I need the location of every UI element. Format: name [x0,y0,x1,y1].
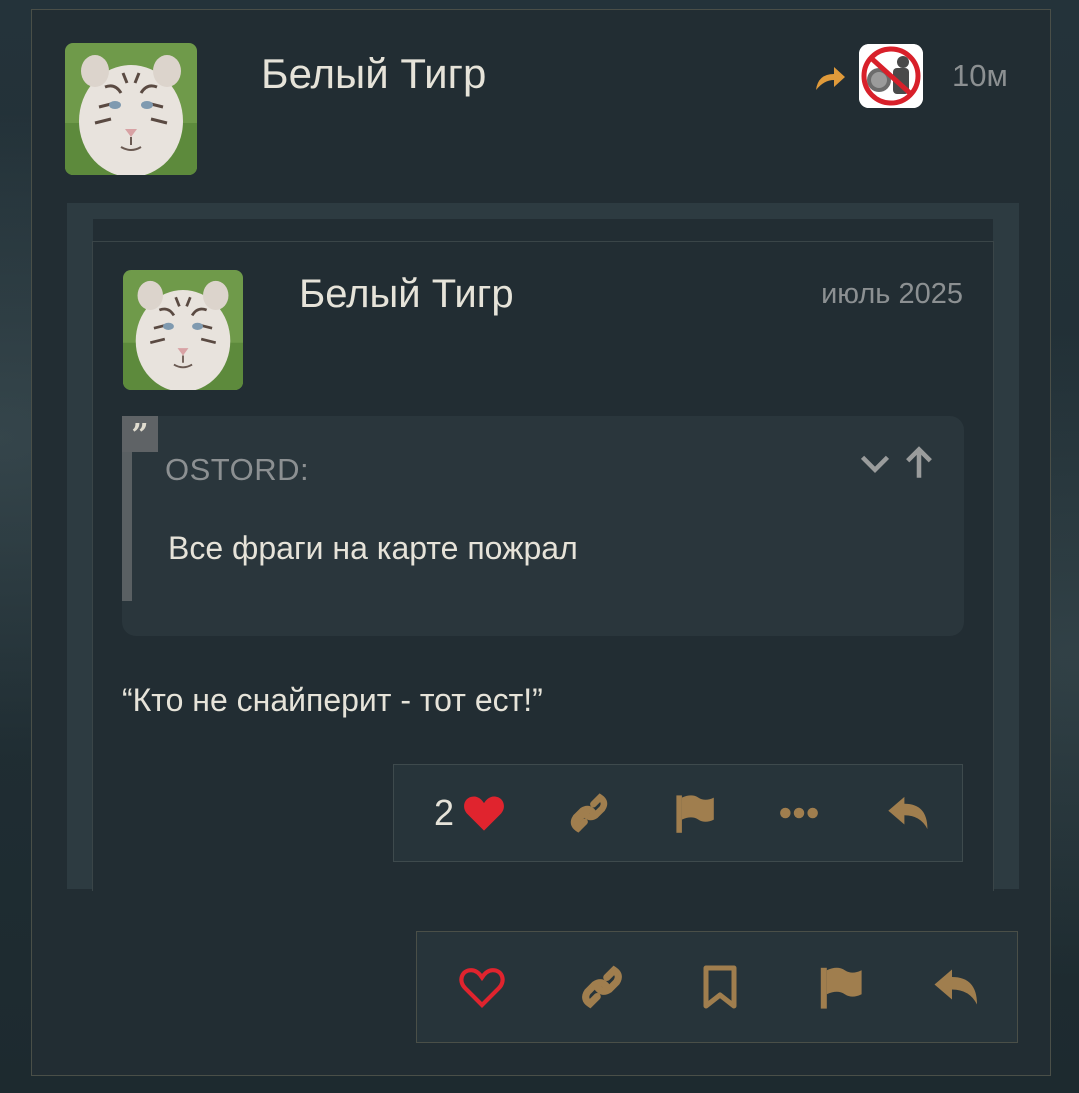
quote-block: ” OSTORD: Все фраги на карте пожрал [122,416,964,636]
expand-quote-icon[interactable] [858,446,892,488]
heart-filled-icon [464,796,504,831]
more-button[interactable] [764,765,834,861]
post-actions [416,931,1018,1043]
link-icon [570,793,608,833]
copy-link-button[interactable] [554,765,624,861]
flag-icon [676,795,714,833]
copy-link-button[interactable] [567,932,637,1042]
like-count: 2 [433,792,455,833]
post-timestamp[interactable]: 10м [952,58,1008,94]
forum-post: Белый Тигр 10м Белый Тигр июль 2025 ” OS… [31,9,1051,1076]
quote-mark-icon: ” [122,416,158,453]
embedded-post-body: “Кто не снайперит - тот ест!” [122,682,543,718]
quote-username: OSTORD: [165,452,310,487]
reply-to-arrow-icon [812,60,848,96]
reply-icon [934,969,977,1005]
quote-left-bar [122,446,132,601]
embedded-post: Белый Тигр июль 2025 ” OSTORD: Все фраги… [92,241,994,891]
tiger-avatar-image [65,43,197,175]
reply-to-user-avatar[interactable] [859,44,923,108]
flag-icon [820,967,862,1009]
flag-button[interactable] [659,765,729,861]
quote-text: Все фраги на карте пожрал [168,530,578,566]
embedded-post-date[interactable]: июль 2025 [821,278,963,311]
flag-button[interactable] [805,932,875,1042]
more-icon [780,807,818,819]
embedded-author-name[interactable]: Белый Тигр [299,272,514,317]
bookmark-button[interactable] [685,932,755,1042]
reply-button[interactable] [874,765,944,861]
go-to-quoted-post-icon[interactable] [902,446,936,488]
like-button[interactable]: 2 [420,765,520,861]
reply-button[interactable] [922,932,992,1042]
author-avatar[interactable] [65,43,197,175]
like-button[interactable] [447,932,517,1042]
quote-controls [858,446,936,488]
post-author-name[interactable]: Белый Тигр [261,50,486,98]
embedded-post-actions: 2 [393,764,963,862]
heart-outline-icon [459,968,505,1008]
reply-icon [888,796,928,830]
prohibited-sign-icon [859,44,923,108]
embedded-author-avatar[interactable] [123,270,243,390]
tiger-avatar-image [123,270,243,390]
bookmark-icon [703,965,737,1009]
link-icon [582,965,622,1009]
